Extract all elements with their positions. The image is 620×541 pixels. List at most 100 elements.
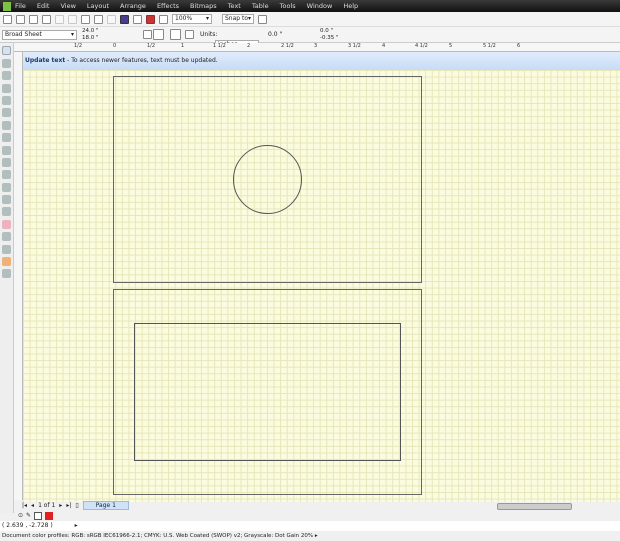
- print-icon[interactable]: [42, 14, 51, 24]
- ruler-label: 1/2: [147, 43, 156, 49]
- next-page-icon[interactable]: ▸: [59, 502, 62, 509]
- all-pages-icon[interactable]: [170, 29, 181, 40]
- pick-tool-icon[interactable]: [2, 46, 11, 56]
- fill-outline-indicator: ⊙ ✎: [14, 511, 54, 520]
- smart-fill-tool-icon[interactable]: [2, 108, 11, 118]
- rectangle-tool-icon[interactable]: [2, 120, 11, 130]
- ruler-label: 5 1/2: [483, 43, 496, 49]
- eyedropper-tool-icon[interactable]: [2, 232, 11, 242]
- redo-icon[interactable]: [107, 14, 116, 24]
- menu-tools[interactable]: Tools: [280, 2, 296, 10]
- expand-arrow-icon[interactable]: ▸: [315, 533, 318, 539]
- ruler-label: 2 1/2: [281, 43, 294, 49]
- export-icon[interactable]: [133, 14, 142, 24]
- horizontal-ruler[interactable]: 1/2 0 1/2 1 1 1/2 2 2 1/2 3 3 1/2 4 4 1/…: [14, 43, 620, 52]
- duplicate-y-field[interactable]: -0.35 ": [320, 35, 339, 41]
- import-icon[interactable]: [120, 14, 129, 24]
- menu-text[interactable]: Text: [228, 2, 241, 10]
- save-icon[interactable]: [29, 14, 38, 24]
- interactive-fill-tool-icon[interactable]: [2, 269, 11, 279]
- menu-edit[interactable]: Edit: [37, 2, 50, 10]
- menu-view[interactable]: View: [60, 2, 75, 10]
- text-tool-icon[interactable]: [2, 170, 11, 180]
- options-icon[interactable]: [258, 14, 267, 24]
- page-width-field[interactable]: 24.0 ": [82, 28, 99, 34]
- freehand-tool-icon[interactable]: [2, 95, 11, 105]
- copy-icon[interactable]: [68, 14, 77, 24]
- color-profile-bar[interactable]: Document color profiles: RGB: sRGB IEC61…: [0, 531, 620, 541]
- table-tool-icon[interactable]: [2, 182, 11, 192]
- menu-file[interactable]: File: [15, 2, 26, 10]
- ellipse-tool-icon[interactable]: [2, 133, 11, 143]
- ruler-label: 2: [247, 43, 251, 49]
- nudge-field[interactable]: 0.0 ": [268, 31, 282, 38]
- ruler-label: 4: [382, 43, 386, 49]
- drawing-canvas[interactable]: [23, 70, 620, 503]
- page-counter: 1 of 1: [38, 502, 56, 509]
- fill-tool-icon[interactable]: [2, 257, 11, 267]
- menu-arrange[interactable]: Arrange: [120, 2, 146, 10]
- rectangle-shape[interactable]: [134, 323, 401, 461]
- application-launcher-icon[interactable]: [146, 14, 155, 24]
- cut-icon[interactable]: [55, 14, 64, 24]
- menu-window[interactable]: Window: [307, 2, 333, 10]
- outline-tool-icon[interactable]: [2, 244, 11, 254]
- connector-tool-icon[interactable]: [2, 207, 11, 217]
- update-text-title[interactable]: Update text: [25, 57, 65, 64]
- cursor-coordinates: ( 2.639 , -2.728 ): [2, 522, 53, 529]
- paste-icon[interactable]: [81, 14, 90, 24]
- units-label: Units:: [200, 31, 218, 38]
- circle-shape[interactable]: [233, 145, 302, 214]
- menu-bitmaps[interactable]: Bitmaps: [190, 2, 217, 10]
- welcome-screen-icon[interactable]: [159, 14, 168, 24]
- page-height-field[interactable]: 18.0 ": [82, 35, 99, 41]
- dimension-tool-icon[interactable]: [2, 195, 11, 205]
- prev-page-icon[interactable]: ◂: [31, 502, 34, 509]
- polygon-tool-icon[interactable]: [2, 145, 11, 155]
- new-document-icon[interactable]: [3, 14, 12, 24]
- basic-shapes-tool-icon[interactable]: [2, 157, 11, 167]
- ruler-label: 3 1/2: [348, 43, 361, 49]
- standard-toolbar: 100% Snap to: [0, 12, 620, 27]
- color-profiles-text[interactable]: Document color profiles: RGB: sRGB IEC61…: [2, 533, 313, 539]
- horizontal-scroll-thumb[interactable]: [497, 503, 572, 510]
- ruler-label: 1: [181, 43, 185, 49]
- fill-indicator-icon[interactable]: ⊙: [18, 512, 23, 519]
- page-size-select[interactable]: Broad Sheet: [2, 30, 77, 40]
- ruler-label: 1/2: [74, 43, 83, 49]
- undo-icon[interactable]: [94, 14, 103, 24]
- ruler-label: 6: [517, 43, 521, 49]
- page-tab-1[interactable]: Page 1: [82, 501, 129, 510]
- status-bar: ( 2.639 , -2.728 ) ▸: [0, 521, 620, 531]
- fill-color-swatch[interactable]: [45, 511, 54, 520]
- menu-help[interactable]: Help: [343, 2, 358, 10]
- current-page-icon[interactable]: [185, 30, 194, 39]
- crop-tool-icon[interactable]: [2, 71, 11, 81]
- app-logo-icon: [3, 1, 11, 11]
- status-expand-icon[interactable]: ▸: [75, 522, 78, 529]
- menu-layout[interactable]: Layout: [87, 2, 109, 10]
- shape-tool-icon[interactable]: [2, 58, 11, 68]
- menu-effects[interactable]: Effects: [157, 2, 179, 10]
- snap-to-select[interactable]: Snap to: [222, 14, 254, 24]
- menu-table[interactable]: Table: [252, 2, 269, 10]
- ruler-label: 4 1/2: [415, 43, 428, 49]
- zoom-tool-icon[interactable]: [2, 83, 11, 93]
- ruler-label: 1 1/2: [213, 43, 226, 49]
- open-icon[interactable]: [16, 14, 25, 24]
- outline-swatch[interactable]: [34, 511, 43, 520]
- landscape-icon[interactable]: [153, 29, 164, 40]
- vertical-ruler[interactable]: [14, 52, 23, 500]
- ruler-label: 3: [314, 43, 318, 49]
- first-page-icon[interactable]: |◂: [22, 502, 27, 509]
- property-bar: Broad Sheet 24.0 " 18.0 " Units: inches …: [0, 27, 620, 50]
- duplicate-x-field[interactable]: 0.0 ": [320, 28, 333, 34]
- add-page-icon[interactable]: ▯: [75, 502, 78, 509]
- eyedropper-icon[interactable]: ✎: [26, 512, 31, 519]
- toolbox: [0, 43, 14, 513]
- blend-tool-icon[interactable]: [2, 219, 11, 229]
- zoom-level-select[interactable]: 100%: [172, 14, 212, 24]
- last-page-icon[interactable]: ▸|: [66, 502, 71, 509]
- portrait-icon[interactable]: [143, 30, 152, 39]
- update-text-notification: Update text - To access newer features, …: [23, 52, 620, 70]
